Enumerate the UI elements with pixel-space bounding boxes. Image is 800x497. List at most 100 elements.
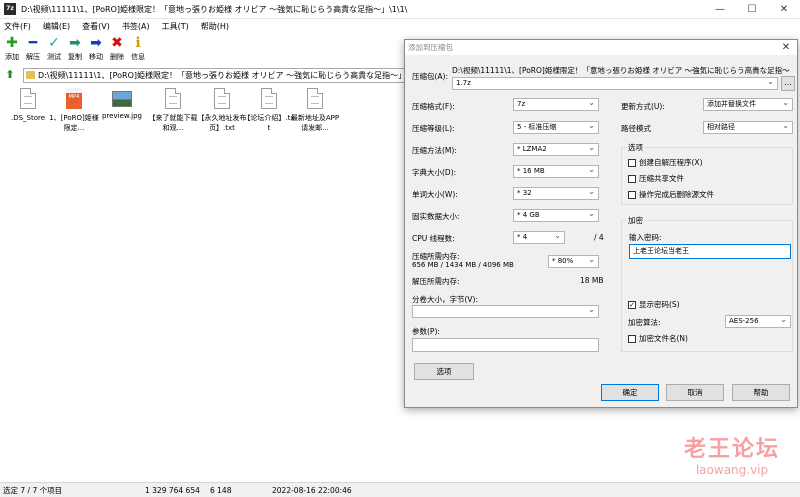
split-label: 分卷大小，字节(V):: [412, 295, 479, 304]
method-label: 压缩方法(M):: [412, 146, 457, 155]
up-folder-icon[interactable]: ⬆: [3, 68, 17, 82]
toolbar: ✚ 添加 ━ 解压 ✓ 测试 ➡ 复制 ➡ 移动 ✖ 删除 ℹ 信息: [0, 35, 410, 65]
delete-after-checkbox[interactable]: 操作完成后删除源文件: [628, 189, 714, 200]
path-mode-select[interactable]: 相对路径: [703, 121, 793, 134]
maximize-button[interactable]: ☐: [736, 0, 768, 19]
file-name: .DS_Store: [10, 114, 46, 122]
file-item[interactable]: .DS_Store: [5, 88, 51, 123]
toolbar-label: 删除: [110, 53, 124, 61]
delete-icon: ✖: [111, 35, 123, 51]
minimize-button[interactable]: —: [704, 0, 736, 19]
cpu-max: / 4: [594, 233, 604, 242]
status-size: 1 329 764 654: [145, 485, 200, 495]
show-password-checkbox[interactable]: ✓ 显示密码(S): [628, 299, 680, 310]
solid-label: 固实数据大小:: [412, 212, 460, 221]
help-button[interactable]: 帮助: [732, 384, 790, 401]
toolbar-label: 解压: [26, 53, 40, 61]
encryption-method-select[interactable]: AES-256: [725, 315, 791, 328]
close-button[interactable]: ✕: [768, 0, 800, 19]
menu-edit[interactable]: 编辑(E): [43, 21, 70, 32]
toolbar-label: 移动: [89, 53, 103, 61]
status-selection: 选定 7 / 7 个项目: [3, 485, 63, 495]
archive-path: D:\视频\11111\1、[PoRO]姫様限定！「意地っ張りお姫様 オリビア …: [452, 66, 790, 75]
move-icon: ➡: [90, 35, 102, 51]
toolbar-button-1[interactable]: ━ 解压: [23, 35, 43, 65]
path-mode-label: 路径模式: [621, 124, 651, 133]
toolbar-button-2[interactable]: ✓ 测试: [44, 35, 64, 65]
toolbar-label: 信息: [131, 53, 145, 61]
file-item[interactable]: preview.jpg: [99, 88, 145, 121]
password-input[interactable]: 上老王论坛当老王: [629, 244, 791, 259]
encryption-method-label: 加密算法:: [628, 318, 661, 327]
browse-button[interactable]: ...: [781, 76, 795, 91]
format-select[interactable]: 7z: [513, 98, 599, 111]
file-name: 【永久地址发布页】.txt: [197, 114, 247, 132]
params-input[interactable]: [412, 338, 599, 352]
sfx-checkbox[interactable]: 创建自解压程序(X): [628, 157, 703, 168]
file-item[interactable]: 【永久地址发布页】.txt: [197, 88, 247, 133]
file-item[interactable]: 【来了就能下载和观...: [148, 88, 198, 133]
toolbar-button-5[interactable]: ✖ 删除: [107, 35, 127, 65]
update-mode-select[interactable]: 添加并替换文件: [703, 98, 793, 111]
dialog-title: 添加到压缩包: [405, 40, 797, 55]
word-select[interactable]: * 32: [513, 187, 599, 200]
ok-button[interactable]: 确定: [601, 384, 659, 401]
menu-bar: 文件(F) 编辑(E) 查看(V) 书签(A) 工具(T) 帮助(H): [0, 19, 800, 34]
file-name: preview.jpg: [101, 112, 142, 120]
password-label: 输入密码:: [629, 233, 662, 242]
menu-help[interactable]: 帮助(H): [201, 21, 229, 32]
options-button[interactable]: 选项: [414, 363, 474, 380]
add-to-archive-dialog: 添加到压缩包 ✕ 压缩包(A): D:\视频\11111\1、[PoRO]姫様限…: [404, 39, 798, 408]
toolbar-button-4[interactable]: ➡ 移动: [86, 35, 106, 65]
method-select[interactable]: * LZMA2: [513, 143, 599, 156]
watermark-url: laowang.vip: [695, 463, 769, 477]
copy-icon: ➡: [69, 35, 81, 51]
menu-view[interactable]: 查看(V): [82, 21, 110, 32]
split-size-combo[interactable]: [412, 305, 599, 318]
folder-icon: [26, 71, 35, 79]
shared-files-checkbox[interactable]: 压缩共享文件: [628, 173, 684, 184]
toolbar-button-0[interactable]: ✚ 添加: [2, 35, 22, 65]
cpu-label: CPU 线程数:: [412, 234, 455, 243]
file-item[interactable]: 最新地址及APP请发邮...: [291, 88, 339, 133]
document-icon: [214, 88, 230, 109]
file-name: 【来了就能下载和观...: [148, 114, 198, 132]
menu-tools[interactable]: 工具(T): [162, 21, 189, 32]
dict-select[interactable]: * 16 MB: [513, 165, 599, 178]
file-item[interactable]: 【论坛介绍】.txt: [243, 88, 295, 133]
file-list: .DS_Store MP4 1、[PoRO]姫様限定... preview.jpg 【来…: [0, 84, 404, 481]
toolbar-label: 添加: [5, 53, 19, 61]
file-name: 1、[PoRO]姫様限定...: [49, 114, 99, 132]
encrypt-filenames-checkbox[interactable]: 加密文件名(N): [628, 333, 688, 344]
path-field[interactable]: D:\视频\11111\1、[PoRO]姫様限定！「意地っ張りお姫様 オリビア …: [23, 67, 415, 83]
toolbar-button-6[interactable]: ℹ 信息: [128, 35, 148, 65]
solid-select[interactable]: * 4 GB: [513, 209, 599, 222]
toolbar-button-3[interactable]: ➡ 复制: [65, 35, 85, 65]
level-select[interactable]: 5 - 标准压缩: [513, 121, 599, 134]
memory-values: 656 MB / 1434 MB / 4096 MB: [412, 261, 514, 269]
cpu-select[interactable]: * 4: [513, 231, 565, 244]
menu-bookmarks[interactable]: 书签(A): [122, 21, 150, 32]
menu-file[interactable]: 文件(F): [4, 21, 31, 32]
cancel-button[interactable]: 取消: [666, 384, 724, 401]
test-icon: ✓: [48, 35, 60, 51]
app-logo-icon: 7z: [4, 3, 16, 15]
level-label: 压缩等级(L):: [412, 124, 455, 133]
watermark-title: 老王论坛: [683, 437, 780, 462]
archive-label: 压缩包(A):: [412, 72, 449, 81]
image-icon: [112, 91, 132, 107]
watermark: 老王论坛 laowang.vip: [667, 437, 797, 477]
archive-name-combo[interactable]: 1.7z: [452, 77, 778, 90]
encryption-group-title: 加密: [626, 215, 645, 226]
file-name: 【论坛介绍】.txt: [243, 114, 295, 132]
dialog-close-button[interactable]: ✕: [775, 40, 797, 55]
path-text: D:\视频\11111\1、[PoRO]姫様限定！「意地っ張りお姫様 オリビア …: [38, 70, 415, 80]
extract-icon: ━: [28, 35, 38, 51]
file-item[interactable]: MP4 1、[PoRO]姫様限定...: [49, 88, 99, 133]
decompress-memory-label: 解压所需内存:: [412, 277, 460, 286]
mp4-file-icon: MP4: [66, 88, 82, 109]
status-bar: 选定 7 / 7 个项目 1 329 764 654 6 148 2022-08…: [0, 482, 800, 497]
window-title: D:\视频\11111\1、[PoRO]姫様限定！「意地っ張りお姫様 オリビア …: [21, 4, 408, 14]
memory-usage-select[interactable]: * 80%: [548, 255, 599, 268]
document-icon: [165, 88, 181, 109]
